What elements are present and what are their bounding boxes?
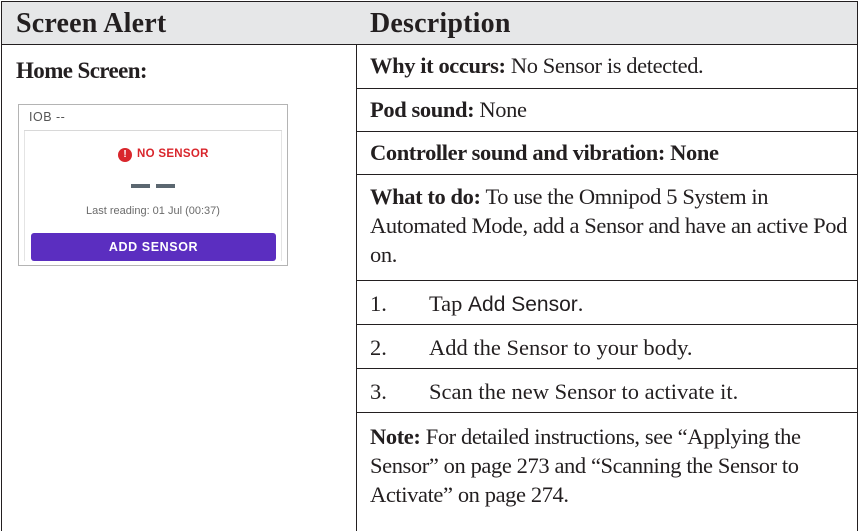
home-screen-widget: IOB -- ! NO SENSOR Last reading: 01 Jul … (18, 104, 288, 266)
header-description: Description (356, 1, 858, 45)
add-sensor-button[interactable]: ADD SENSOR (31, 233, 276, 261)
home-screen-label: Home Screen: (16, 58, 148, 83)
no-sensor-status: NO SENSOR (137, 148, 209, 160)
header-screen-alert: Screen Alert (1, 1, 357, 45)
row-what-to-do: What to do: To use the Omnipod 5 System … (356, 174, 858, 280)
step-1: 1. Tap Add Sensor. (356, 280, 858, 324)
row-controller-sound: Controller sound and vibration: None (356, 131, 858, 174)
exclamation-circle-icon: ! (118, 148, 132, 162)
glucose-dash-icon (156, 184, 175, 188)
row-why-it-occurs: Why it occurs: No Sensor is detected. (356, 44, 858, 88)
step-2: 2. Add the Sensor to your body. (356, 324, 858, 368)
alert-table: Screen Alert Description Home Screen: IO… (0, 0, 858, 531)
row-pod-sound: Pod sound: None (356, 88, 858, 131)
add-sensor-action: Add Sensor (468, 293, 578, 316)
step-3: 3. Scan the new Sensor to activate it. (356, 368, 858, 412)
row-note: Note: For detailed instructions, see “Ap… (356, 412, 858, 531)
last-reading-text: Last reading: 01 Jul (00:37) (86, 205, 220, 217)
iob-label: IOB -- (29, 110, 66, 124)
glucose-dash-icon (131, 184, 150, 188)
